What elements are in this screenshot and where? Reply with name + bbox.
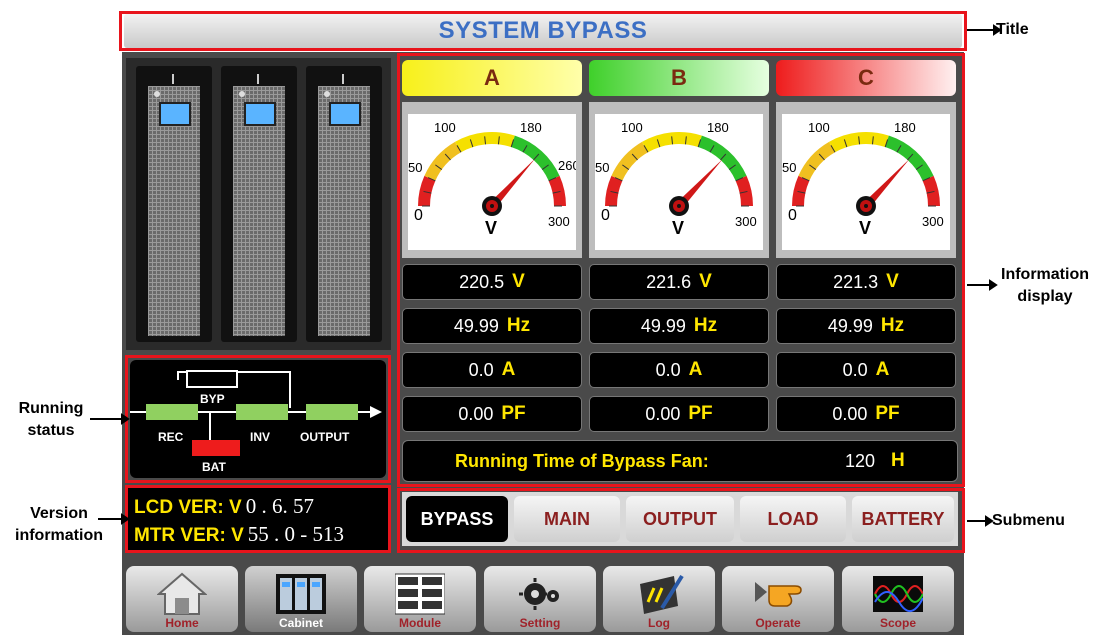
information-display-annotation: Information display — [1001, 266, 1089, 305]
running-status-annotation: Running status — [18, 400, 84, 439]
annotation-arrows — [90, 24, 1002, 527]
title-annotation: Title — [996, 21, 1029, 38]
version-information-annotation: Version information — [15, 505, 103, 544]
submenu-annotation: Submenu — [992, 512, 1065, 529]
